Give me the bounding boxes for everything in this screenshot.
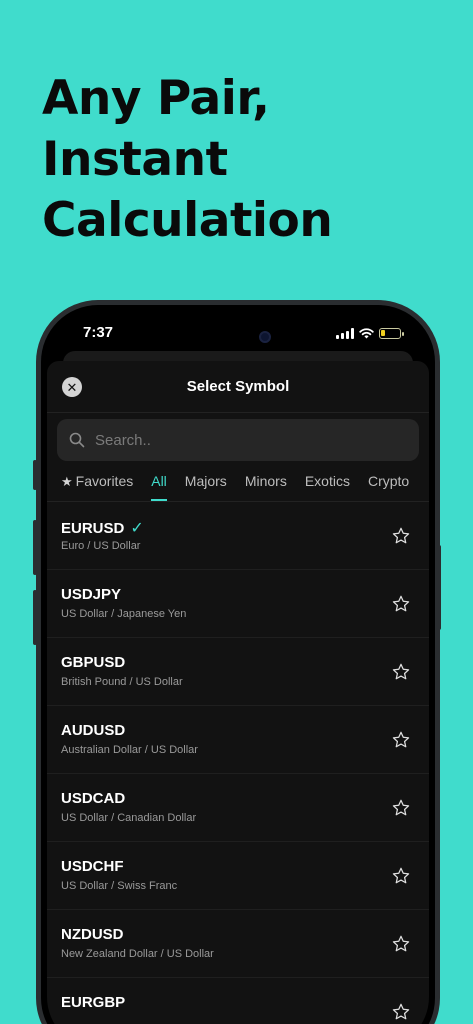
symbol-name: New Zealand Dollar / US Dollar bbox=[61, 948, 214, 960]
camera-icon bbox=[259, 331, 271, 343]
star-outline-icon[interactable] bbox=[391, 798, 411, 818]
symbol-name: US Dollar / Canadian Dollar bbox=[61, 812, 197, 824]
phone-frame: 7:37 ✕ Select Symbol Search.. ★ Favorite… bbox=[36, 300, 440, 1024]
symbol-name: US Dollar / Swiss Franc bbox=[61, 880, 178, 892]
star-outline-icon[interactable] bbox=[391, 594, 411, 614]
star-icon: ★ bbox=[61, 474, 73, 489]
sheet-title: Select Symbol bbox=[186, 378, 290, 395]
wifi-icon bbox=[359, 328, 374, 339]
symbol-list: EURUSD ✓ Euro / US Dollar USDJPY US Doll… bbox=[47, 502, 429, 1024]
symbol-name: British Pound / US Dollar bbox=[61, 676, 183, 688]
star-outline-icon[interactable] bbox=[391, 1002, 411, 1022]
search-icon bbox=[69, 432, 85, 448]
star-outline-icon[interactable] bbox=[391, 662, 411, 682]
headline-line-3: Calculation bbox=[42, 193, 333, 248]
symbol-row[interactable]: AUDUSD Australian Dollar / US Dollar bbox=[47, 706, 429, 774]
symbol-code: AUDUSD bbox=[61, 722, 126, 739]
symbol-name: US Dollar / Japanese Yen bbox=[61, 608, 187, 620]
status-icons bbox=[336, 328, 404, 339]
symbol-code: GBPUSD bbox=[61, 654, 126, 671]
symbol-code: USDCHF bbox=[61, 858, 124, 875]
tab-crypto[interactable]: Crypto bbox=[359, 473, 418, 501]
symbol-row[interactable]: EURUSD ✓ Euro / US Dollar bbox=[47, 502, 429, 570]
symbol-code: EURUSD bbox=[61, 519, 125, 537]
symbol-code: USDCAD bbox=[61, 790, 126, 807]
tab-favorites[interactable]: ★ Favorites bbox=[61, 473, 142, 501]
tab-all[interactable]: All bbox=[142, 473, 176, 501]
symbol-name: Australian Dollar / US Dollar bbox=[61, 744, 198, 756]
search-input[interactable] bbox=[95, 431, 395, 449]
category-tabs: ★ Favorites All Majors Minors Exotics Cry… bbox=[61, 473, 418, 501]
headline-line-2: Instant bbox=[42, 132, 228, 187]
headline-line-1: Any Pair, bbox=[42, 71, 270, 126]
symbol-code: NZDUSD bbox=[61, 926, 124, 943]
symbol-row[interactable]: USDCAD US Dollar / Canadian Dollar bbox=[47, 774, 429, 842]
status-time: 7:37 bbox=[83, 324, 114, 341]
symbol-name: Euro / US Dollar bbox=[61, 540, 141, 552]
symbol-row[interactable]: GBPUSD British Pound / US Dollar bbox=[47, 638, 429, 706]
tab-minors[interactable]: Minors bbox=[236, 473, 296, 501]
star-outline-icon[interactable] bbox=[391, 730, 411, 750]
cellular-signal-icon bbox=[336, 328, 354, 339]
tab-exotics[interactable]: Exotics bbox=[296, 473, 359, 501]
tab-majors[interactable]: Majors bbox=[176, 473, 236, 501]
sheet-header: ✕ Select Symbol bbox=[47, 361, 429, 413]
symbol-code: USDJPY bbox=[61, 586, 122, 603]
headline: Any Pair, Instant Calculation bbox=[42, 68, 333, 251]
star-outline-icon[interactable] bbox=[391, 934, 411, 954]
dynamic-island bbox=[183, 321, 293, 353]
symbol-code: EURGBP bbox=[61, 994, 126, 1011]
symbol-row[interactable]: USDJPY US Dollar / Japanese Yen bbox=[47, 570, 429, 638]
star-outline-icon[interactable] bbox=[391, 526, 411, 546]
star-outline-icon[interactable] bbox=[391, 866, 411, 886]
symbol-row[interactable]: EURGBP bbox=[47, 978, 429, 1024]
checkmark-icon: ✓ bbox=[130, 520, 144, 537]
symbol-row[interactable]: NZDUSD New Zealand Dollar / US Dollar bbox=[47, 910, 429, 978]
search-bar[interactable] bbox=[57, 419, 419, 461]
symbol-row[interactable]: USDCHF US Dollar / Swiss Franc bbox=[47, 842, 429, 910]
select-symbol-sheet: ✕ Select Symbol ★Favorites All bbox=[47, 361, 429, 1024]
phone-screen: 7:37 ✕ Select Symbol Search.. ★ Favorite… bbox=[47, 311, 429, 1024]
battery-icon bbox=[379, 328, 404, 339]
